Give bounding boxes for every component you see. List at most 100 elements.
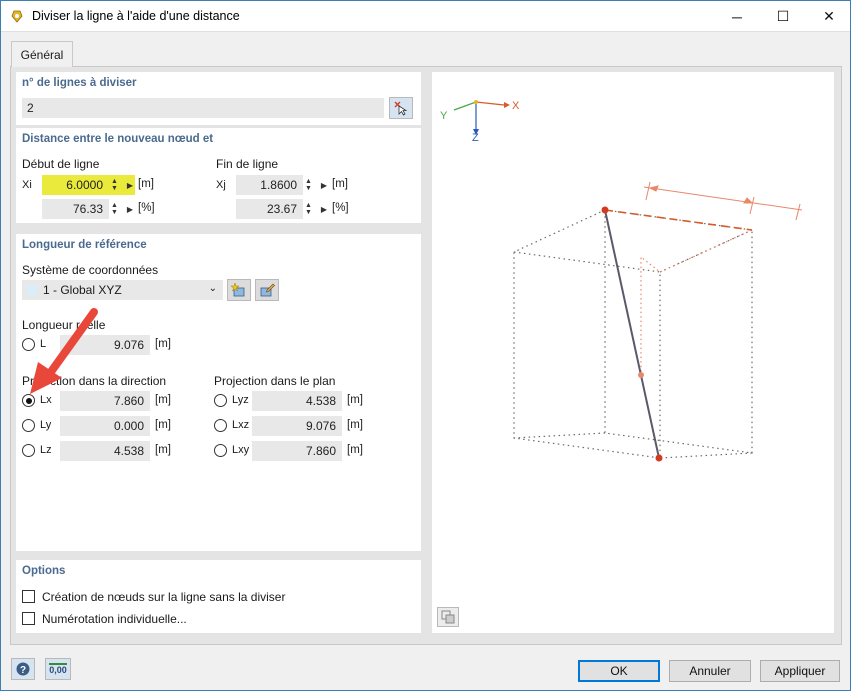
start-node-icon — [601, 206, 609, 214]
annotation-arrow-icon — [30, 308, 98, 394]
radio-Lxy[interactable] — [214, 444, 227, 457]
cancel-label: Annuler — [689, 664, 731, 678]
Lz-unit: [m] — [155, 444, 171, 456]
coordinate-system-value: 1 - Global XYZ — [43, 283, 122, 297]
xj-pct-spinner[interactable]: ▲ ▼ ▶ — [303, 199, 329, 219]
chevron-down-icon: ⌄ — [208, 283, 217, 294]
Lyz-label: Lyz — [232, 394, 249, 406]
plane-label: Projection dans le plan — [214, 374, 336, 388]
xi-pct-unit: [%] — [138, 202, 155, 214]
close-button[interactable]: ✕ — [806, 1, 851, 32]
xj-input[interactable]: 1.8600 — [236, 175, 303, 195]
Lxz-unit: [m] — [347, 419, 363, 431]
create-nodes-checkbox[interactable] — [22, 590, 35, 603]
reference-group: Longueur de référence Système de coordon… — [16, 234, 421, 551]
start-label: Début de ligne — [22, 157, 100, 171]
individual-numbering-label: Numérotation individuelle... — [42, 612, 187, 626]
xi-label: Xi — [22, 179, 32, 191]
axis-z-label: Z — [472, 132, 479, 144]
minimize-icon: ─ — [732, 8, 742, 25]
Ly-value: 0.000 — [60, 416, 150, 436]
svg-text:?: ? — [20, 665, 26, 676]
window-title: Diviser la ligne à l'aide d'une distance — [32, 9, 240, 23]
tab-general[interactable]: Général — [11, 41, 73, 68]
new-cs-icon — [231, 282, 245, 297]
xi-input[interactable]: 6.0000 — [42, 175, 109, 195]
view-options-icon — [441, 610, 455, 624]
coordinate-system-label: Système de coordonnées — [22, 263, 159, 277]
end-node-icon — [655, 454, 663, 462]
individual-numbering-checkbox[interactable] — [22, 612, 35, 625]
xi-spinner[interactable]: ▲ ▼ ▶ — [109, 175, 135, 195]
Lxz-value: 9.076 — [252, 416, 342, 436]
end-label: Fin de ligne — [216, 157, 279, 171]
xj-spinner[interactable]: ▲ ▼ ▶ — [303, 175, 329, 195]
edit-coordinate-system-button[interactable] — [255, 279, 279, 301]
distance-group: Distance entre le nouveau nœud et Début … — [16, 128, 421, 223]
axis-x-label: X — [512, 100, 520, 112]
cs-color-swatch — [27, 285, 37, 295]
lines-input[interactable]: 2 — [22, 98, 384, 118]
minimize-button[interactable]: ─ — [714, 1, 760, 32]
radio-Lz[interactable] — [22, 444, 35, 457]
xj-unit: [m] — [332, 178, 348, 190]
xj-label: Xj — [216, 179, 226, 191]
Lyz-value: 4.538 — [252, 391, 342, 411]
Lxy-unit: [m] — [347, 444, 363, 456]
help-button[interactable]: ? — [11, 658, 35, 680]
reference-group-title: Longueur de référence — [22, 239, 147, 251]
options-group: Options Création de nœuds sur la ligne s… — [16, 560, 421, 633]
new-node-icon — [638, 372, 644, 378]
xj-pct-unit: [%] — [332, 202, 349, 214]
dialog-window: Diviser la ligne à l'aide d'une distance… — [0, 0, 851, 691]
units-icon: 0,00 — [49, 663, 67, 675]
Lz-value: 4.538 — [60, 441, 150, 461]
preview-view-button[interactable] — [437, 607, 459, 627]
cancel-button[interactable]: Annuler — [669, 660, 751, 682]
xj-pct-input[interactable]: 23.67 — [236, 199, 303, 219]
tab-general-label: Général — [20, 48, 64, 62]
axis-triad-icon — [453, 100, 510, 135]
pick-line-button[interactable] — [389, 97, 413, 119]
help-icon: ? — [16, 662, 30, 676]
L-unit: [m] — [155, 338, 171, 350]
axis-y-label: Y — [440, 110, 448, 122]
Lx-unit: [m] — [155, 394, 171, 406]
ok-label: OK — [610, 664, 628, 678]
Ly-unit: [m] — [155, 419, 171, 431]
radio-Lyz[interactable] — [214, 394, 227, 407]
Lxy-value: 7.860 — [252, 441, 342, 461]
Lxz-label: Lxz — [232, 419, 250, 431]
xi-pct-input[interactable]: 76.33 — [42, 199, 109, 219]
lines-group: n° de lignes à diviser 2 — [16, 72, 421, 125]
options-group-title: Options — [22, 565, 66, 577]
lines-group-title: n° de lignes à diviser — [22, 77, 137, 89]
title-bar: Diviser la ligne à l'aide d'une distance… — [1, 1, 850, 32]
Ly-label: Ly — [40, 419, 52, 431]
apply-label: Appliquer — [774, 664, 826, 678]
pick-cursor-icon — [394, 101, 408, 116]
maximize-icon: ☐ — [776, 8, 790, 24]
radio-Lxz[interactable] — [214, 419, 227, 432]
new-coordinate-system-button[interactable] — [227, 279, 251, 301]
tab-content: n° de lignes à diviser 2 Distance entre … — [10, 67, 842, 645]
radio-Ly[interactable] — [22, 419, 35, 432]
close-icon: ✕ — [823, 8, 835, 24]
preview-canvas — [453, 100, 803, 462]
xi-pct-spinner[interactable]: ▲ ▼ ▶ — [109, 199, 135, 219]
Lz-label: Lz — [40, 444, 52, 456]
ok-button[interactable]: OK — [578, 660, 660, 682]
Lxy-label: Lxy — [232, 444, 250, 456]
app-icon — [11, 10, 23, 23]
units-button[interactable]: 0,00 — [45, 658, 71, 680]
Lyz-unit: [m] — [347, 394, 363, 406]
coordinate-system-select[interactable]: 1 - Global XYZ ⌄ — [22, 280, 223, 300]
preview-panel: X Y Z — [432, 72, 834, 633]
apply-button[interactable]: Appliquer — [760, 660, 840, 682]
distance-group-title: Distance entre le nouveau nœud et — [22, 133, 214, 145]
create-nodes-label: Création de nœuds sur la ligne sans la d… — [42, 590, 286, 604]
xi-unit: [m] — [138, 178, 154, 190]
tab-strip: Général — [10, 41, 842, 68]
maximize-button[interactable]: ☐ — [760, 1, 806, 32]
edit-cs-icon — [260, 283, 275, 297]
